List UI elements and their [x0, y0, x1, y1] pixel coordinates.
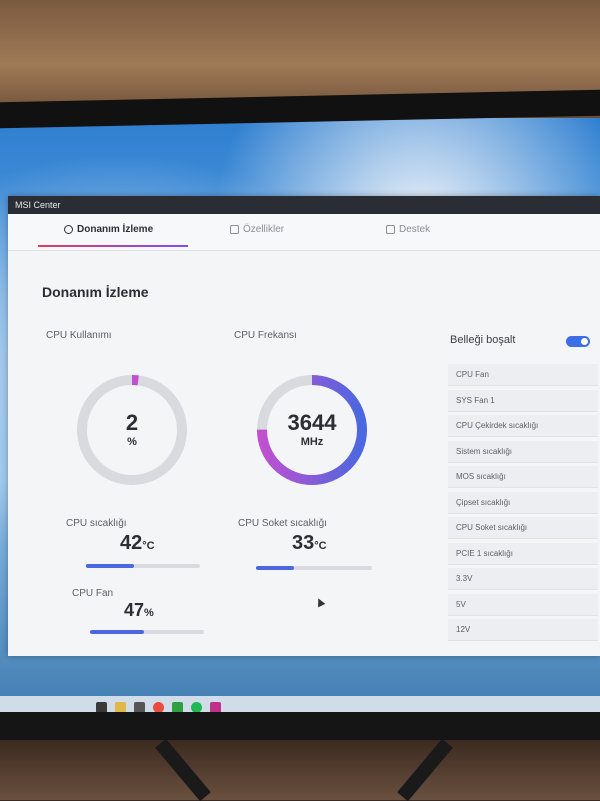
cpu-usage-label: CPU Kullanımı	[46, 330, 112, 341]
sensor-row[interactable]: CPU Çekirdek sıcaklığı	[448, 415, 598, 437]
cpu-temp-label: CPU sıcaklığı	[66, 518, 127, 529]
cpu-fan-reading: 47%	[124, 600, 154, 621]
tab-hardware-monitor[interactable]: Donanım İzleme	[64, 224, 153, 235]
memory-clear-label: Belleği boşalt	[450, 334, 516, 346]
window-title: MSI Center	[8, 196, 600, 214]
page-title: Donanım İzleme	[42, 284, 149, 300]
support-icon	[386, 225, 395, 234]
sensor-row[interactable]: Çipset sıcaklığı	[448, 491, 598, 514]
cpu-temp-bar	[86, 564, 200, 568]
tab-support[interactable]: Destek	[386, 224, 430, 235]
file-explorer-icon[interactable]	[115, 701, 126, 713]
socket-temp-label: CPU Soket sıcaklığı	[238, 518, 327, 529]
socket-temp-bar	[256, 566, 372, 570]
cpu-usage-unit: %	[127, 436, 137, 448]
socket-temp-unit: °C	[314, 540, 327, 552]
tab-label: Özellikler	[243, 224, 285, 235]
sensor-panel: Belleği boşalt CPU Fan SYS Fan 1 CPU Çekir…	[444, 334, 600, 654]
cpu-temp-bar-fill	[86, 564, 134, 568]
sensor-row[interactable]: 5V	[448, 593, 598, 616]
features-icon	[230, 225, 239, 234]
taskbar-app-icon[interactable]	[96, 701, 107, 713]
sensor-row[interactable]: MOS sıcaklığı	[448, 466, 598, 488]
cpu-fan-unit: %	[144, 607, 154, 619]
cpu-fan-bar-fill	[90, 630, 144, 634]
cpu-freq-label: CPU Frekansı	[234, 330, 297, 341]
cpu-freq-value: 3644	[287, 410, 337, 435]
socket-temp-value: 33	[292, 532, 315, 554]
gauge-icon	[64, 225, 73, 234]
cpu-temp-reading: 42°C	[120, 532, 155, 555]
sensor-row[interactable]: PCIE 1 sıcaklığı	[448, 542, 598, 565]
cpu-fan-value: 47	[124, 600, 145, 620]
taskbar-app-icon[interactable]	[172, 701, 183, 713]
sensor-row[interactable]: 3.3V	[448, 568, 598, 590]
cpu-usage-value: 2	[125, 410, 139, 435]
tab-bar: Donanım İzleme Özellikler Destek	[8, 214, 600, 251]
socket-temp-bar-fill	[256, 566, 295, 570]
cpu-temp-value: 42	[120, 532, 143, 554]
desk-surface	[0, 740, 600, 800]
cpu-fan-bar	[90, 630, 204, 634]
tab-label: Donanım İzleme	[77, 224, 154, 235]
tab-label: Destek	[399, 224, 431, 235]
tab-features[interactable]: Özellikler	[230, 224, 284, 235]
cpu-freq-unit: MHz	[300, 436, 324, 448]
sensor-row[interactable]: Sistem sıcaklığı	[448, 440, 598, 463]
active-tab-indicator	[38, 245, 188, 247]
chrome-icon[interactable]	[153, 701, 164, 713]
sensor-row[interactable]: CPU Fan	[448, 364, 598, 386]
taskbar-app-icon[interactable]	[134, 701, 145, 713]
sensor-row[interactable]: SYS Fan 1	[448, 389, 598, 412]
cpu-usage-gauge: 2 %	[74, 372, 190, 488]
cpu-freq-gauge: 3644 MHz	[254, 372, 370, 488]
msi-center-icon[interactable]	[210, 701, 221, 713]
sensor-row[interactable]: 12V	[448, 619, 598, 641]
spotify-icon[interactable]	[191, 701, 202, 713]
cpu-fan-label: CPU Fan	[72, 588, 114, 599]
cpu-temp-unit: °C	[142, 540, 155, 552]
socket-temp-reading: 33°C	[292, 532, 327, 555]
memory-clear-toggle[interactable]	[566, 336, 590, 347]
sensor-row[interactable]: CPU Soket sıcaklığı	[448, 517, 598, 539]
msi-center-window: MSI Center Donanım İzleme Özellikler Des…	[8, 196, 600, 656]
